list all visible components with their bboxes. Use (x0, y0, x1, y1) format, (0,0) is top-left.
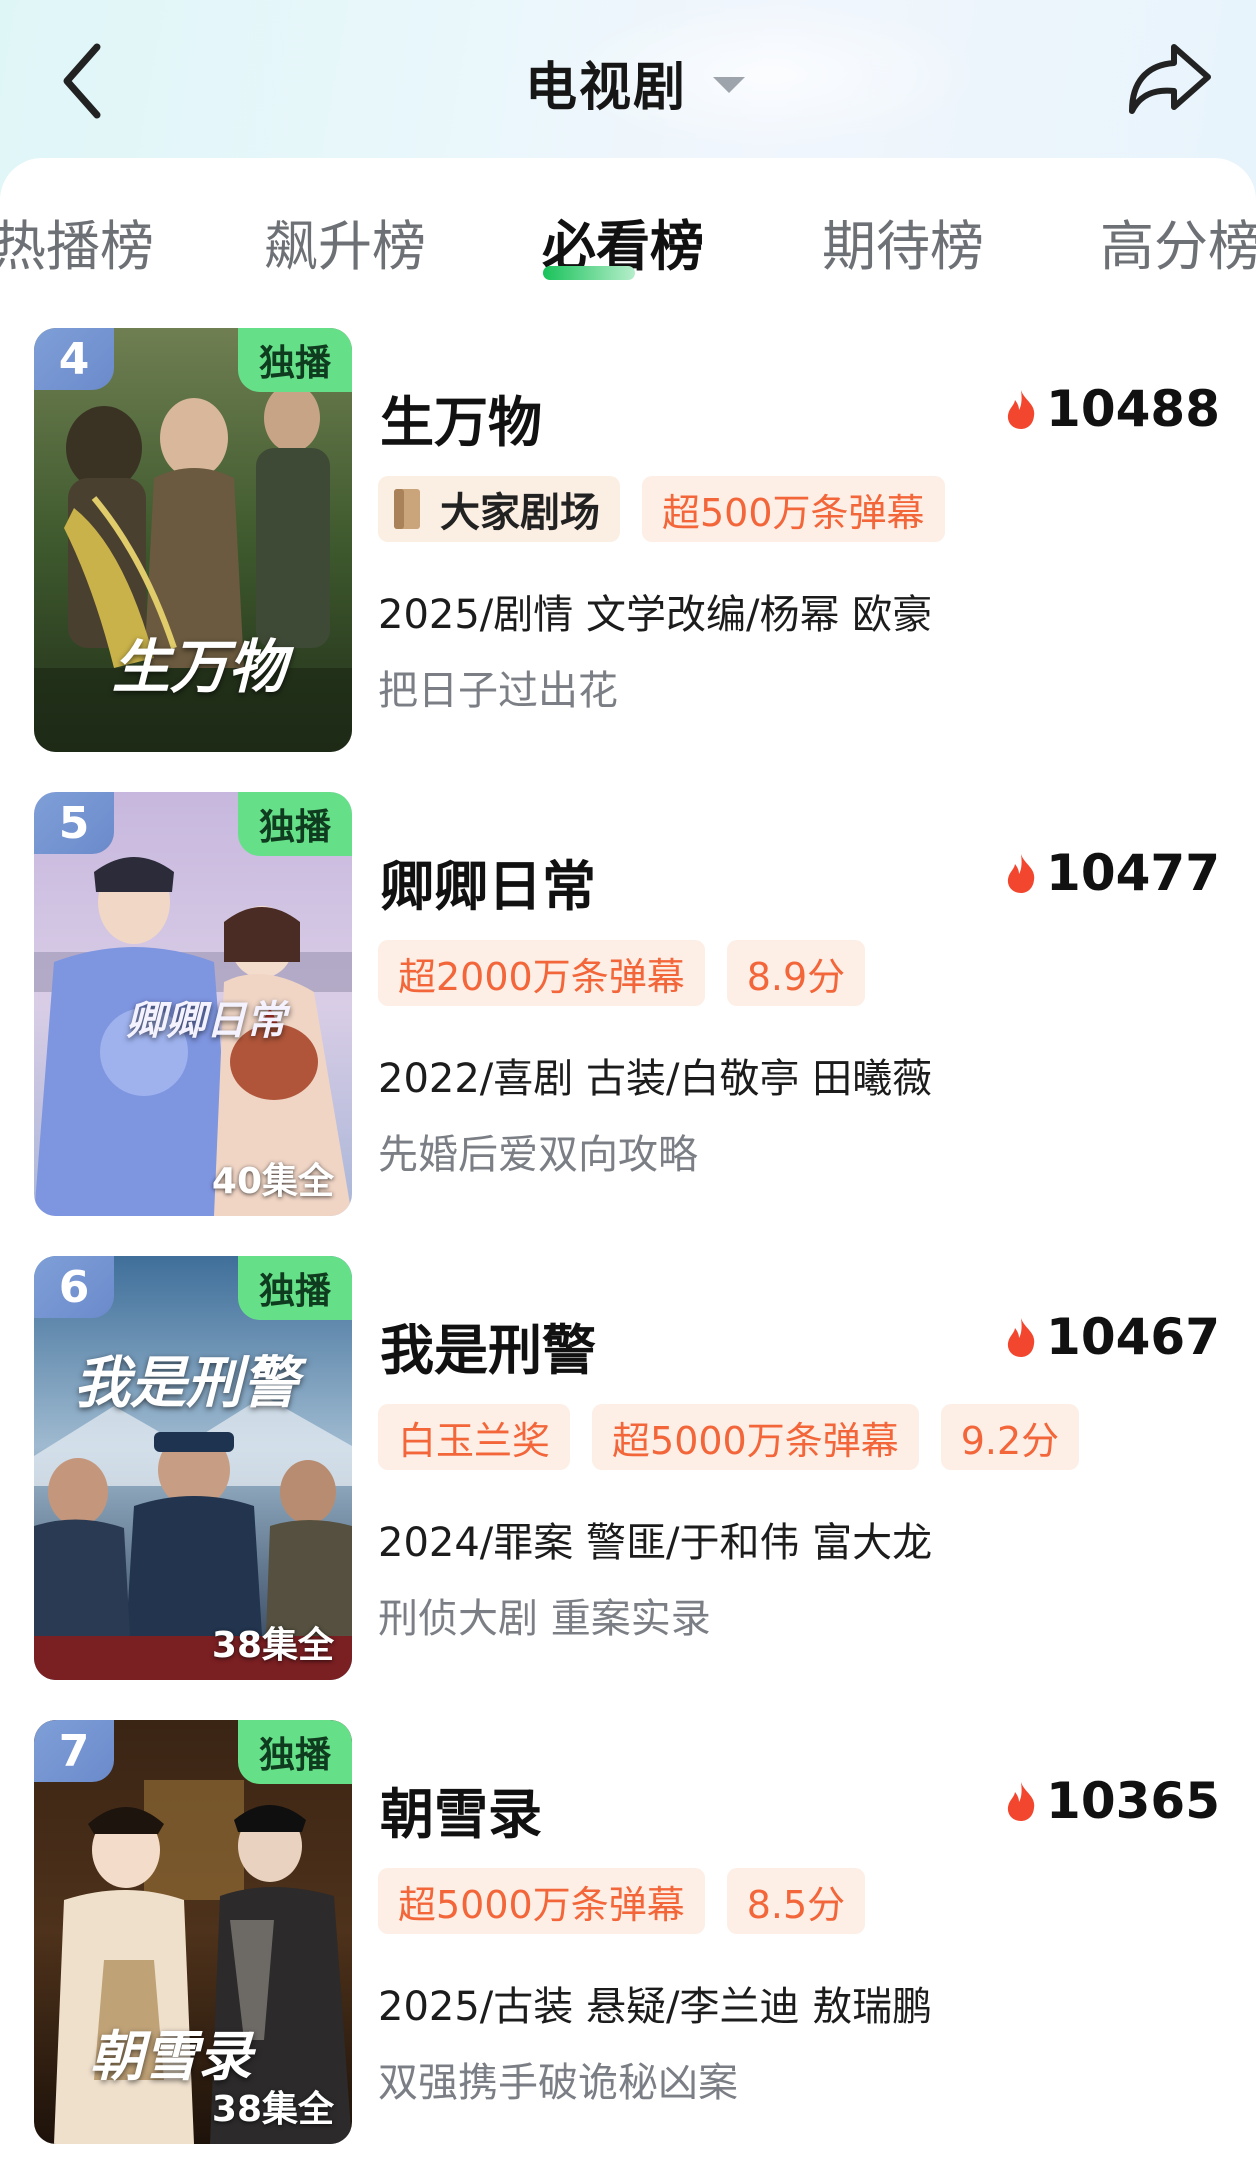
flame-icon (1007, 390, 1035, 429)
top-bar: 电视剧 (0, 0, 1256, 160)
tag-danmaku: 超5000万条弹幕 (592, 1404, 919, 1470)
rank-badge: 5 (34, 792, 114, 854)
share-arrow-icon (1129, 44, 1211, 114)
brand-tag-label: 大家剧场 (440, 489, 600, 536)
tag-row: 超5000万条弹幕 8.5分 (378, 1868, 887, 1934)
exclusive-badge: 独播 (238, 1256, 352, 1320)
show-description: 先婚后爱双向攻略 (378, 1132, 698, 1178)
flame-icon (1007, 1782, 1035, 1821)
poster-image[interactable]: 我是刑警 6 独播 38集全 (34, 1256, 352, 1680)
tag-row: 白玉兰奖 超5000万条弹幕 9.2分 (378, 1404, 1101, 1470)
tab-high-score[interactable]: 高分榜 (1100, 202, 1256, 281)
tag-row: 大家剧场 超500万条弹幕 (378, 476, 967, 542)
title-selector[interactable]: 电视剧 (0, 44, 1256, 120)
list-item[interactable]: 卿卿日常 5 独播 40集全 卿卿日常 10477 超2000万条弹幕 8.9分… (0, 792, 1256, 1218)
show-title[interactable]: 生万物 (380, 378, 542, 457)
exclusive-badge: 独播 (238, 1720, 352, 1784)
tab-rising[interactable]: 飙升榜 (264, 202, 426, 281)
heat-value: 10365 (1046, 1772, 1220, 1830)
show-title[interactable]: 我是刑警 (380, 1306, 596, 1385)
caret-down-icon (713, 77, 745, 93)
page-title: 电视剧 (524, 57, 687, 118)
poster-image[interactable]: 朝雪录 7 独播 38集全 (34, 1720, 352, 2144)
list-item[interactable]: 我是刑警 6 独播 38集全 我是刑警 10467 白玉兰奖 超5000万条弹幕… (0, 1256, 1256, 1682)
heat-score: 10365 (1004, 1772, 1220, 1830)
share-button[interactable] (1124, 38, 1216, 118)
episode-count: 38集全 (211, 1625, 334, 1666)
tag-award: 白玉兰奖 (378, 1404, 571, 1470)
flame-icon (1007, 1318, 1035, 1357)
show-meta: 2025/古装 悬疑/李兰迪 敖瑞鹏 (378, 1984, 933, 2030)
tag-score: 9.2分 (940, 1404, 1080, 1470)
tag-danmaku: 超2000万条弹幕 (378, 940, 705, 1006)
show-meta: 2022/喜剧 古装/白敬亭 田曦薇 (378, 1056, 933, 1102)
show-description: 把日子过出花 (378, 668, 618, 714)
tag-danmaku: 超500万条弹幕 (642, 476, 945, 542)
episode-count: 38集全 (211, 2089, 334, 2130)
heat-value: 10488 (1046, 380, 1220, 438)
heat-value: 10467 (1046, 1308, 1220, 1366)
exclusive-badge: 独播 (238, 792, 352, 856)
tab-anticipated[interactable]: 期待榜 (822, 202, 984, 281)
poster-image[interactable]: 生万物 4 独播 (34, 328, 352, 752)
show-meta: 2024/罪案 警匪/于和伟 富大龙 (378, 1520, 933, 1566)
tag-score: 8.9分 (726, 940, 866, 1006)
rank-badge: 6 (34, 1256, 114, 1318)
rank-badge: 7 (34, 1720, 114, 1782)
show-description: 双强携手破诡秘凶案 (378, 2060, 738, 2106)
flame-icon (1007, 854, 1035, 893)
show-meta: 2025/剧情 文学改编/杨幂 欧豪 (378, 592, 933, 638)
poster-title-text: 生万物 (112, 633, 287, 701)
show-title[interactable]: 朝雪录 (380, 1770, 542, 1849)
list-item[interactable]: 朝雪录 7 独播 38集全 朝雪录 10365 超5000万条弹幕 8.5分 2… (0, 1720, 1256, 2146)
poster-title-text: 我是刑警 (74, 1350, 298, 1416)
rank-badge: 4 (34, 328, 114, 390)
poster-title-text: 卿卿日常 (126, 997, 286, 1044)
poster-image[interactable]: 卿卿日常 5 独播 40集全 (34, 792, 352, 1216)
episode-count: 40集全 (211, 1161, 334, 1202)
heat-score: 10477 (1004, 844, 1220, 902)
heat-score: 10488 (1004, 380, 1220, 438)
show-description: 刑侦大剧 重案实录 (378, 1596, 711, 1642)
tag-score: 8.5分 (726, 1868, 866, 1934)
active-tab-indicator (543, 266, 635, 280)
exclusive-badge: 独播 (238, 328, 352, 392)
heat-score: 10467 (1004, 1308, 1220, 1366)
brand-tag: 大家剧场 (378, 476, 620, 542)
tag-row: 超2000万条弹幕 8.9分 (378, 940, 887, 1006)
heat-value: 10477 (1046, 844, 1220, 902)
tag-danmaku: 超5000万条弹幕 (378, 1868, 705, 1934)
show-title[interactable]: 卿卿日常 (380, 842, 596, 921)
list-item[interactable]: 生万物 4 独播 生万物 10488 大家剧场 超500万条弹幕 2025/剧情… (0, 328, 1256, 754)
tab-hot[interactable]: 热播榜 (0, 202, 154, 281)
theater-book-icon (394, 489, 420, 529)
